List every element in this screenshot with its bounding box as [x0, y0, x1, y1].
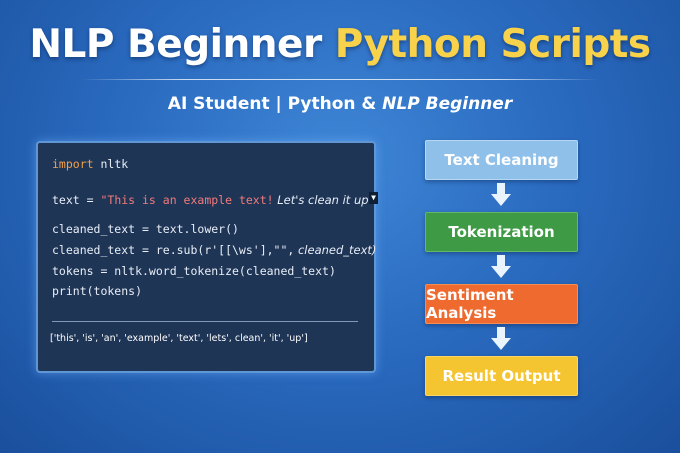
- code-resub-call: cleaned_text = re.sub(r'[[\ws'],"",: [52, 243, 295, 257]
- code-import-module: nltk: [93, 157, 129, 171]
- arrow-head: [491, 266, 511, 278]
- code-text-assign: text =: [52, 193, 101, 207]
- subtitle: AI Student | Python & NLP Beginner: [0, 94, 680, 114]
- chevron-down-icon: ▼: [369, 192, 378, 204]
- subtitle-part1: AI Student | Python &: [167, 94, 377, 114]
- flow-step-text-cleaning: Text Cleaning: [425, 140, 578, 180]
- output-divider: [52, 321, 358, 322]
- subtitle-part2: NLP Beginner: [382, 94, 513, 114]
- flow-step-tokenization: Tokenization: [425, 212, 578, 252]
- code-line-text: text = "This is an example text! Let's c…: [52, 193, 372, 207]
- arrow-head: [491, 338, 511, 350]
- code-line-tokenize: tokens = nltk.word_tokenize(cleaned_text…: [52, 264, 336, 278]
- flow-step-sentiment-analysis: Sentiment Analysis: [425, 284, 578, 324]
- code-line-resub: cleaned_text = re.sub(r'[[\ws'],"", clea…: [52, 243, 376, 257]
- flow-step-result-output: Result Output: [425, 356, 578, 396]
- arrow-head: [491, 194, 511, 206]
- title-part-yellow: Python Scripts: [334, 22, 651, 67]
- code-keyword-import: import: [52, 157, 94, 171]
- code-output: ['this', 'is', 'an', 'example', 'text', …: [50, 333, 308, 344]
- code-line-lower: cleaned_text = text.lower(): [52, 222, 239, 236]
- arrow-down-icon: [491, 183, 511, 207]
- page-title: NLP Beginner Python Scripts: [0, 22, 680, 67]
- code-text-string: "This is an example text!: [100, 193, 274, 207]
- code-line-import: import nltk: [52, 157, 128, 171]
- code-text-italic: Let's clean it up.: [273, 193, 373, 207]
- title-divider: [80, 79, 600, 80]
- arrow-down-icon: [491, 255, 511, 279]
- code-line-print: print(tokens): [52, 284, 143, 298]
- code-resub-arg: cleaned_text): [294, 243, 377, 257]
- arrow-down-icon: [491, 327, 511, 351]
- code-panel: import nltk text = "This is an example t…: [36, 141, 378, 373]
- title-part-white: NLP Beginner: [29, 22, 322, 67]
